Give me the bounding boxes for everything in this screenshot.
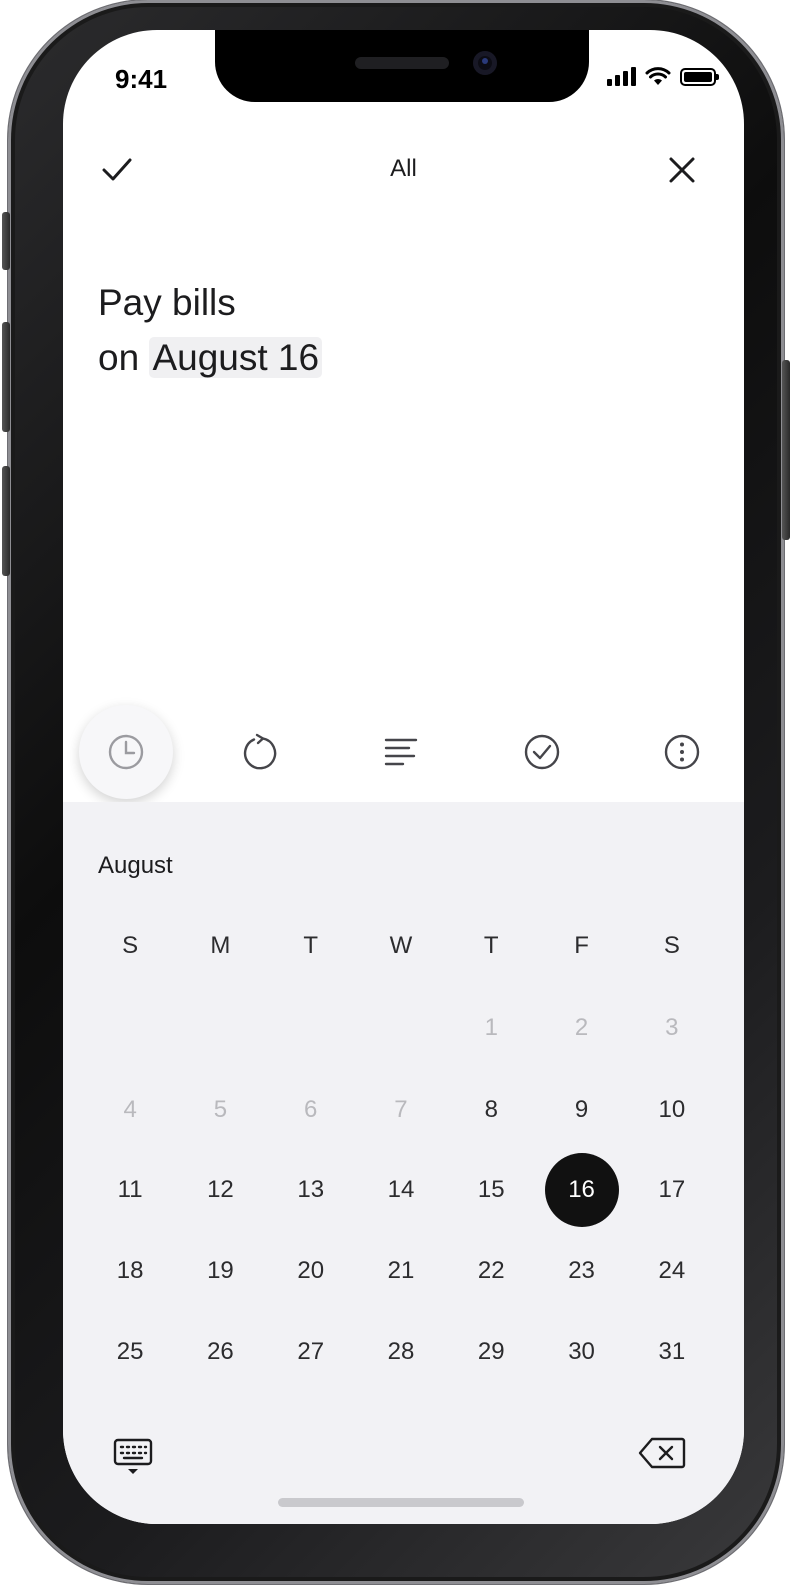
weekday-label: M	[210, 932, 231, 959]
repeat-button[interactable]	[225, 717, 295, 787]
volume-up-button	[2, 322, 10, 432]
calendar-day[interactable]: 14	[356, 1170, 446, 1210]
checkmark-circle-icon	[524, 734, 560, 770]
calendar-day[interactable]: 17	[627, 1170, 717, 1210]
calendar-day[interactable]: 12	[175, 1170, 265, 1210]
weekday-label: T	[483, 932, 499, 959]
home-indicator[interactable]	[278, 1498, 524, 1507]
front-camera	[473, 51, 497, 75]
calendar-day[interactable]: 30	[536, 1332, 626, 1372]
phone-frame: 9:41 All Pay bills on August 16 August S…	[2, 0, 790, 1584]
calendar-day[interactable]: 25	[85, 1332, 175, 1372]
calendar-day: 7	[394, 1096, 408, 1123]
calendar-day[interactable]: 21	[356, 1251, 446, 1291]
speaker-grille	[355, 57, 449, 69]
calendar-day[interactable]: 22	[446, 1251, 536, 1291]
calendar-day[interactable]: 31	[627, 1332, 717, 1372]
status-time: 9:41	[115, 64, 168, 94]
weekday-label: T	[303, 932, 319, 959]
calendar-day[interactable]: 28	[356, 1332, 446, 1372]
calendar-day: 2	[574, 1014, 589, 1041]
date-token[interactable]: August 16	[149, 337, 323, 378]
top-bar: All	[63, 140, 744, 200]
calendar-week: 4 5 6 7 8 9 10	[85, 1090, 717, 1130]
task-title: Pay bills	[98, 282, 236, 323]
weekday-header: S M T W T F S	[85, 932, 717, 960]
calendar-day[interactable]: 15	[446, 1170, 536, 1210]
battery-icon	[680, 68, 719, 86]
notes-button[interactable]	[366, 717, 436, 787]
wifi-icon	[645, 67, 671, 85]
calendar-empty-cell	[175, 1008, 265, 1048]
notch	[215, 30, 589, 102]
calendar-day[interactable]: 18	[85, 1251, 175, 1291]
clock-icon	[108, 734, 144, 770]
calendar-day[interactable]: 24	[627, 1251, 717, 1291]
power-button	[782, 360, 790, 540]
more-icon	[664, 734, 700, 770]
volume-down-button	[2, 466, 10, 576]
screen: 9:41 All Pay bills on August 16 August S…	[63, 30, 744, 1524]
calendar-day[interactable]: 10	[627, 1090, 717, 1130]
calendar-week: 18 19 20 21 22 23 24	[85, 1251, 717, 1291]
calendar-day: 6	[304, 1096, 318, 1123]
close-icon[interactable]	[664, 152, 700, 188]
calendar-empty-cell	[356, 1008, 446, 1048]
calendar-day[interactable]: 29	[446, 1332, 536, 1372]
selected-day-label: 16	[568, 1176, 595, 1203]
calendar-day: 4	[123, 1096, 137, 1123]
weekday-label: F	[574, 932, 589, 959]
calendar-day[interactable]: 13	[266, 1170, 356, 1210]
notes-icon	[384, 738, 418, 766]
calendar-day: 5	[213, 1096, 228, 1123]
calendar-day[interactable]: 19	[175, 1251, 265, 1291]
subtask-button[interactable]	[507, 717, 577, 787]
keyboard-icon[interactable]	[113, 1436, 153, 1476]
task-toolbar	[63, 702, 744, 802]
cellular-signal-icon	[607, 66, 636, 86]
weekday-label: S	[122, 932, 139, 959]
date-prefix: on	[98, 337, 140, 378]
repeat-icon	[243, 733, 277, 770]
due-time-button[interactable]	[79, 705, 173, 799]
more-button[interactable]	[647, 717, 717, 787]
calendar-week: 11 12 13 14 15 16 17	[85, 1153, 717, 1227]
task-input[interactable]: Pay bills on August 16	[98, 275, 323, 385]
weekday-label: S	[663, 932, 680, 959]
calendar-day: 1	[484, 1014, 498, 1041]
task-date-line: on August 16	[98, 330, 323, 385]
calendar-empty-cell	[85, 1008, 175, 1048]
calendar-day[interactable]: 11	[85, 1170, 175, 1210]
calendar-picker: August S M T W T F S 1 2 3 4 5 6 7 8 9 1…	[63, 802, 744, 1524]
calendar-day[interactable]: 20	[266, 1251, 356, 1291]
delete-backspace-icon[interactable]	[638, 1436, 686, 1470]
month-label: August	[98, 852, 173, 879]
calendar-day[interactable]: 9	[536, 1090, 626, 1130]
calendar-empty-cell	[266, 1008, 356, 1048]
calendar-day[interactable]: 8	[446, 1090, 536, 1130]
weekday-label: W	[389, 932, 413, 959]
calendar-day[interactable]: 23	[536, 1251, 626, 1291]
calendar-week: 25 26 27 28 29 30 31	[85, 1332, 717, 1372]
calendar-day-selected[interactable]: 16	[536, 1153, 626, 1227]
calendar-day[interactable]: 26	[175, 1332, 265, 1372]
calendar-week: 1 2 3	[85, 1008, 717, 1048]
calendar-day: 3	[665, 1014, 679, 1041]
mute-switch	[2, 212, 10, 270]
list-selector[interactable]: All	[63, 155, 744, 183]
calendar-day[interactable]: 27	[266, 1332, 356, 1372]
status-icons	[607, 66, 719, 86]
